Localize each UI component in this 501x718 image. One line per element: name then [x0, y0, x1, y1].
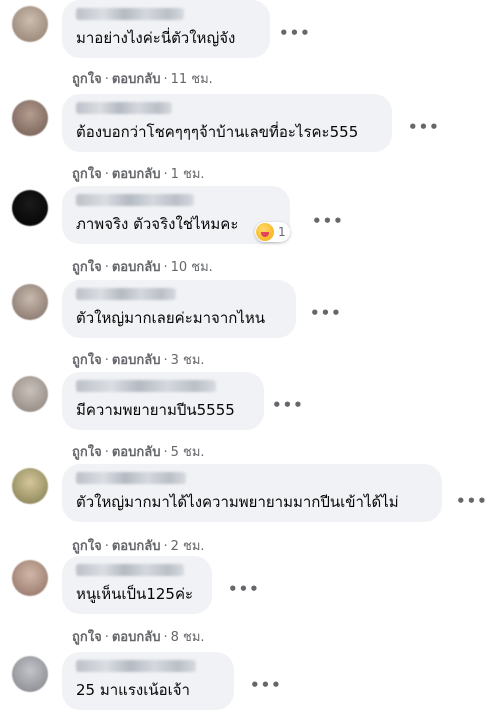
blurred-author-name[interactable] [76, 194, 194, 206]
reply-button[interactable]: ตอบกลับ [112, 260, 161, 275]
blurred-author-name[interactable] [76, 660, 196, 672]
blurred-author-name[interactable] [76, 472, 186, 484]
avatar[interactable] [12, 560, 48, 596]
comment-text: ตัวใหญ่มากเลยค่ะมาจากไหน [76, 309, 266, 327]
comment-bubble: ตัวใหญ่มากมาได้ไงความพยายามมากปีนเข้าได้… [62, 464, 442, 522]
more-options-icon[interactable]: ••• [272, 398, 304, 413]
reply-button[interactable]: ตอบกลับ [112, 539, 161, 554]
like-button[interactable]: ถูกใจ [72, 260, 102, 275]
more-options-icon[interactable]: ••• [456, 494, 488, 509]
timestamp[interactable]: 3 ชม. [171, 353, 205, 368]
reaction-badge[interactable]: 1 [255, 222, 290, 242]
avatar[interactable] [12, 468, 48, 504]
separator-dot: · [163, 445, 168, 460]
avatar[interactable] [12, 190, 48, 226]
separator-dot: · [163, 260, 168, 275]
comment-actions: ถูกใจ · ตอบกลับ · 11 ชม. [72, 68, 213, 89]
separator-dot: · [163, 167, 168, 182]
comment-bubble: หนูเห็นเป็น125ค่ะ [62, 556, 212, 614]
timestamp[interactable]: 5 ชม. [171, 445, 205, 460]
separator-dot: · [104, 167, 109, 182]
like-button[interactable]: ถูกใจ [72, 445, 102, 460]
comment-actions: ถูกใจ · ตอบกลับ · 3 ชม. [72, 349, 205, 370]
separator-dot: · [104, 630, 109, 645]
reply-button[interactable]: ตอบกลับ [112, 445, 161, 460]
comment-actions: ถูกใจ · ตอบกลับ · 10 ชม. [72, 256, 213, 277]
blurred-author-name[interactable] [76, 380, 216, 392]
avatar[interactable] [12, 284, 48, 320]
more-options-icon[interactable]: ••• [310, 306, 342, 321]
comment-actions: ถูกใจ · ตอบกลับ · 8 ชม. [72, 626, 205, 647]
comment-bubble: 25 มาแรงเน้อเจ้า [62, 652, 234, 710]
more-options-icon[interactable]: ••• [312, 214, 344, 229]
reply-button[interactable]: ตอบกลับ [112, 630, 161, 645]
wow-emoji-icon [256, 223, 274, 241]
separator-dot: · [104, 260, 109, 275]
more-options-icon[interactable]: ••• [250, 678, 282, 693]
like-button[interactable]: ถูกใจ [72, 167, 102, 182]
timestamp[interactable]: 10 ชม. [171, 260, 213, 275]
separator-dot: · [163, 353, 168, 368]
avatar[interactable] [12, 100, 48, 136]
avatar[interactable] [12, 6, 48, 42]
comment-bubble: ต้องบอกว่าโชคๆๆๆจ้าบ้านเลขที่อะไรคะ555 [62, 94, 392, 152]
more-options-icon[interactable]: ••• [228, 582, 260, 597]
comment-bubble: มีความพยายามปีน5555 [62, 372, 264, 430]
separator-dot: · [104, 445, 109, 460]
comment-text: ภาพจริง ตัวจริงใช่ไหมคะ [76, 215, 239, 233]
separator-dot: · [104, 539, 109, 554]
comment-text: 25 มาแรงเน้อเจ้า [76, 681, 190, 699]
avatar[interactable] [12, 656, 48, 692]
separator-dot: · [163, 630, 168, 645]
blurred-author-name[interactable] [76, 8, 184, 20]
blurred-author-name[interactable] [76, 288, 176, 300]
timestamp[interactable]: 1 ชม. [171, 167, 205, 182]
reply-button[interactable]: ตอบกลับ [112, 72, 161, 87]
reply-button[interactable]: ตอบกลับ [112, 167, 161, 182]
separator-dot: · [104, 72, 109, 87]
comment-text: หนูเห็นเป็น125ค่ะ [76, 585, 194, 603]
timestamp[interactable]: 2 ชม. [171, 539, 205, 554]
timestamp[interactable]: 8 ชม. [171, 630, 205, 645]
comment-text: มีความพยายามปีน5555 [76, 401, 235, 419]
like-button[interactable]: ถูกใจ [72, 72, 102, 87]
comment-text: มาอย่างไงค่ะนี่ตัวใหญ่จัง [76, 29, 236, 47]
like-button[interactable]: ถูกใจ [72, 630, 102, 645]
timestamp[interactable]: 11 ชม. [171, 72, 213, 87]
separator-dot: · [104, 353, 109, 368]
separator-dot: · [163, 539, 168, 554]
comment-text: ต้องบอกว่าโชคๆๆๆจ้าบ้านเลขที่อะไรคะ555 [76, 123, 359, 141]
comment-actions: ถูกใจ · ตอบกลับ · 2 ชม. [72, 535, 205, 556]
reaction-count: 1 [278, 225, 286, 239]
comment-bubble: ตัวใหญ่มากเลยค่ะมาจากไหน [62, 280, 296, 338]
more-options-icon[interactable]: ••• [408, 120, 440, 135]
blurred-author-name[interactable] [76, 564, 184, 576]
like-button[interactable]: ถูกใจ [72, 539, 102, 554]
comment-bubble: มาอย่างไงค่ะนี่ตัวใหญ่จัง [62, 0, 270, 58]
like-button[interactable]: ถูกใจ [72, 353, 102, 368]
reply-button[interactable]: ตอบกลับ [112, 353, 161, 368]
avatar[interactable] [12, 376, 48, 412]
comment-text: ตัวใหญ่มากมาได้ไงความพยายามมากปีนเข้าได้… [76, 493, 399, 511]
blurred-author-name[interactable] [76, 102, 172, 114]
comment-actions: ถูกใจ · ตอบกลับ · 1 ชม. [72, 163, 205, 184]
comment-actions: ถูกใจ · ตอบกลับ · 5 ชม. [72, 441, 205, 462]
more-options-icon[interactable]: ••• [279, 26, 311, 41]
separator-dot: · [163, 72, 168, 87]
